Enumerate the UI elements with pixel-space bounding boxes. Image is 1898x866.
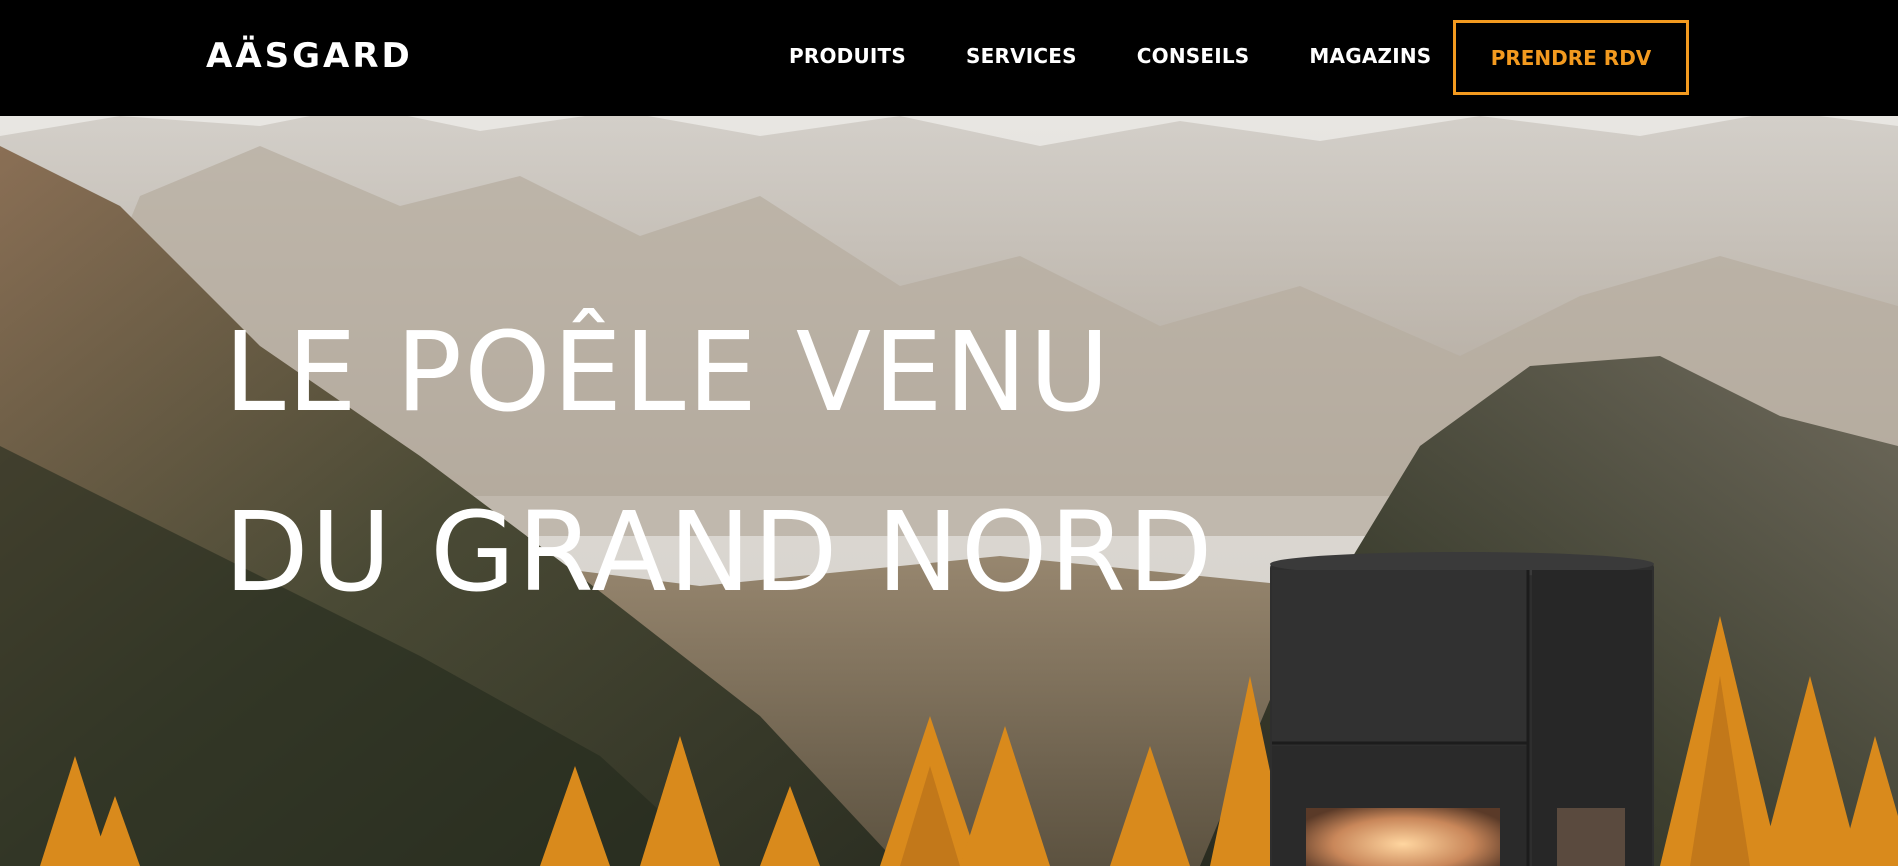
site-header: AÄSGARD PRODUITS SERVICES CONSEILS MAGAZ… <box>0 0 1898 116</box>
nav-link-conseils[interactable]: CONSEILS <box>1137 44 1250 68</box>
hero-headline-line1: LE POÊLE VENU <box>224 308 1112 436</box>
brand-logo[interactable]: AÄSGARD <box>206 36 413 76</box>
nav-link-magazins[interactable]: MAGAZINS <box>1309 44 1431 68</box>
hero-headline-line2: DU GRAND NORD <box>224 488 1215 616</box>
nav-link-produits[interactable]: PRODUITS <box>789 44 906 68</box>
book-appointment-button[interactable]: PRENDRE RDV <box>1453 20 1689 95</box>
hero-banner: LE POÊLE VENU DU GRAND NORD <box>0 116 1898 866</box>
hero-headline: LE POÊLE VENU DU GRAND NORD <box>224 282 1215 642</box>
wood-stove-image <box>1270 552 1654 866</box>
nav-link-services[interactable]: SERVICES <box>966 44 1077 68</box>
main-navigation: PRODUITS SERVICES CONSEILS MAGAZINS <box>789 44 1491 68</box>
